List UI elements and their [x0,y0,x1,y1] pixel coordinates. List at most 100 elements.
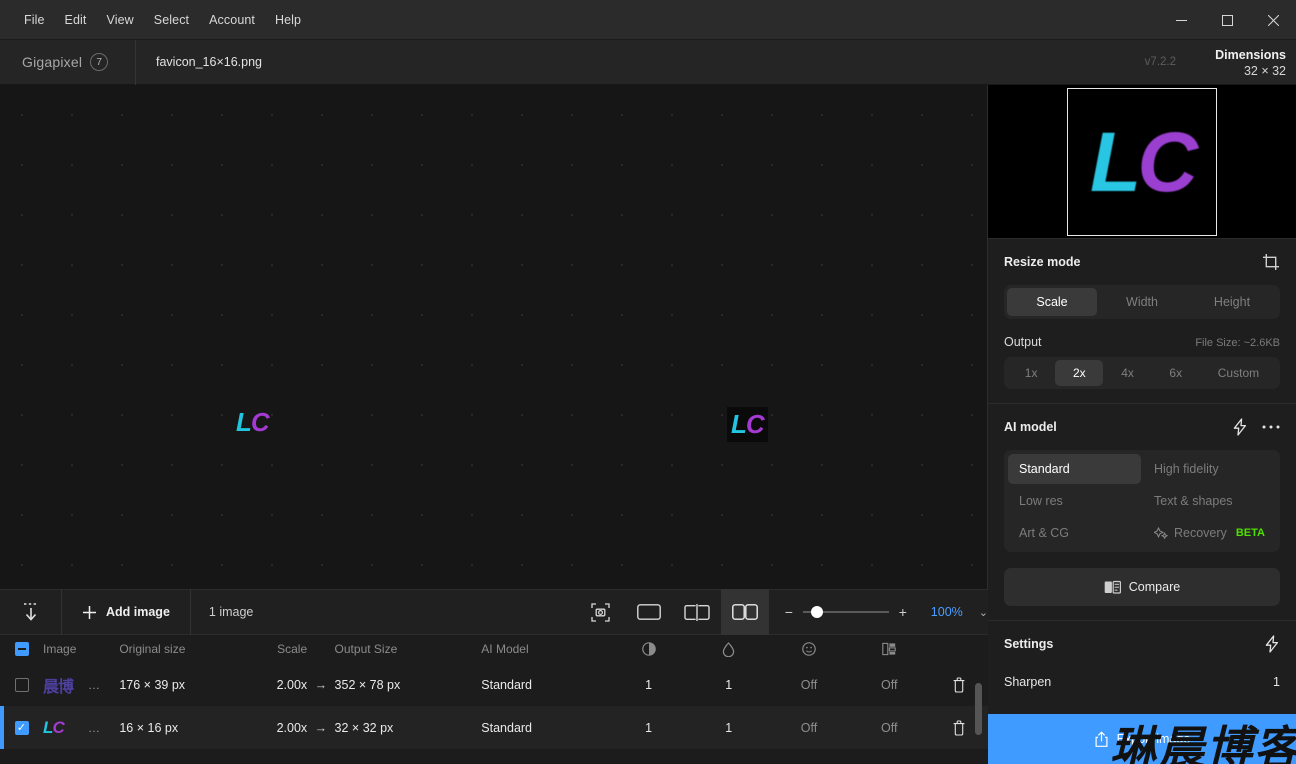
resize-mode-scale[interactable]: Scale [1007,288,1097,316]
denoise-icon [689,641,769,657]
menu-item-help[interactable]: Help [265,9,311,31]
output-file-size: File Size: ~2.6KB [1195,337,1280,349]
row-contrast-value[interactable]: 1 [608,721,688,735]
crop-preview-icon [591,602,610,622]
crop-icon[interactable] [1262,253,1280,271]
row-face-recovery-value[interactable]: Off [769,678,849,692]
output-scale-segmented-control: 1x 2x 4x 6x Custom [1004,357,1280,389]
scale-custom[interactable]: Custom [1200,360,1277,386]
close-icon[interactable] [1250,0,1296,40]
minimize-icon[interactable] [1158,0,1204,40]
zoom-value: 100% [930,605,963,619]
plus-icon [82,605,97,620]
column-scale: Scale [277,642,308,656]
compare-icon [1104,580,1121,595]
lightning-icon[interactable] [1232,418,1248,436]
resize-mode-width[interactable]: Width [1097,288,1187,316]
scale-1x[interactable]: 1x [1007,360,1055,386]
canvas-grid-dots [0,85,987,589]
export-image-button[interactable]: Export image 琳晨博客 [988,714,1296,764]
more-icon[interactable] [1262,424,1280,430]
ai-model-high-fidelity[interactable]: High fidelity [1143,454,1276,484]
add-image-button[interactable]: Add image [62,589,191,635]
canvas-processed-image: LC [727,407,768,442]
row-original-size: 176 × 39 px [119,677,186,692]
row-checkbox[interactable] [0,677,43,692]
scale-2x[interactable]: 2x [1055,360,1104,386]
scale-6x[interactable]: 6x [1152,360,1200,386]
image-canvas[interactable]: LC LC Original Standard [0,85,988,589]
setting-row-sharpen[interactable]: Sharpen 1 [1004,675,1280,689]
lightning-icon[interactable] [1264,635,1280,653]
contrast-icon [608,642,688,656]
table-scrollbar[interactable] [975,683,982,735]
chevron-down-icon[interactable]: ⌄ [971,606,988,619]
zoom-slider[interactable] [802,606,889,618]
row-overflow-menu[interactable]: … [88,678,119,692]
menu-item-view[interactable]: View [97,9,144,31]
resize-mode-height[interactable]: Height [1187,288,1277,316]
menu-item-select[interactable]: Select [144,9,199,31]
row-original-size: 16 × 16 px [119,720,179,735]
ai-model-grid: Standard High fidelity Low res Text & sh… [1004,450,1280,552]
ai-model-low-res[interactable]: Low res [1008,486,1141,516]
right-panel: LC Resize mode Scale Width Height Output… [988,85,1296,764]
view-mode-crop-preview[interactable] [577,589,625,635]
zoom-in-button[interactable]: + [897,604,909,620]
view-mode-split[interactable] [673,589,721,635]
row-ai-model[interactable]: Standard [481,721,608,735]
row-thumbnail-label: 晨博 [43,678,74,696]
header-bar: Gigapixel 7 favicon_16×16.png v7.2.2 Dim… [0,39,1296,85]
view-mode-side-by-side[interactable] [720,589,769,635]
row-scale[interactable]: 2.00x [248,678,308,692]
row-ai-model[interactable]: Standard [481,678,608,692]
select-all-checkbox[interactable] [0,642,43,656]
menu-item-edit[interactable]: Edit [55,9,97,31]
scale-4x[interactable]: 4x [1103,360,1151,386]
row-checkbox[interactable]: ✓ [0,720,43,735]
output-label: Output [1004,335,1042,349]
row-color-value[interactable]: Off [849,721,929,735]
share-icon [1094,730,1109,748]
image-list-table: Image Original size Scale Output Size AI… [0,635,988,764]
color-icon [849,642,929,656]
zoom-controls: − + 100% ⌄ [769,604,988,620]
setting-value: 1 [1273,675,1280,689]
menu-item-file[interactable]: File [14,9,55,31]
row-color-value[interactable]: Off [849,678,929,692]
column-original-size: Original size [119,642,186,656]
maximize-icon[interactable] [1204,0,1250,40]
dimensions-readout: Dimensions 32 × 32 [1186,40,1286,85]
row-overflow-menu[interactable]: … [88,721,119,735]
table-row[interactable]: ✓ LC … 16 × 16 px 2.00x → 32 × 32 px Sta… [0,706,988,749]
resize-mode-section: Resize mode Scale Width Height Output Fi… [988,238,1296,403]
sparkle-icon [1154,526,1168,540]
ai-model-standard[interactable]: Standard [1008,454,1141,484]
zoom-slider-knob[interactable] [810,606,823,618]
view-mode-single[interactable] [625,589,673,635]
ai-model-art-cg[interactable]: Art & CG [1008,518,1141,548]
row-contrast-value[interactable]: 1 [608,678,688,692]
split-view-icon [684,603,710,621]
current-filename: favicon_16×16.png [156,55,262,69]
table-row[interactable]: 晨博 … 176 × 39 px 2.00x → 352 × 78 px Sta… [0,663,988,706]
compare-button[interactable]: Compare [1004,568,1280,606]
preview-logo: LC [1090,114,1198,209]
import-button[interactable] [0,589,62,635]
row-scale[interactable]: 2.00x [248,721,308,735]
row-denoise-value[interactable]: 1 [689,721,769,735]
zoom-out-button[interactable]: − [783,604,795,620]
toolbar-right-group: − + 100% ⌄ [577,589,988,635]
table-header-row: Image Original size Scale Output Size AI… [0,635,988,663]
row-output-size: 32 × 32 px [334,720,394,735]
row-denoise-value[interactable]: 1 [689,678,769,692]
trash-icon [952,719,966,736]
ai-model-text-shapes[interactable]: Text & shapes [1143,486,1276,516]
row-face-recovery-value[interactable]: Off [769,721,849,735]
canvas-toolbar: Add image 1 image − + 100% ⌄ [0,589,988,635]
settings-title: Settings [1004,637,1054,651]
ai-model-recovery[interactable]: Recovery BETA [1143,518,1276,548]
ai-model-title: AI model [1004,420,1057,434]
row-thumbnail: LC [43,718,88,738]
menu-item-account[interactable]: Account [199,9,265,31]
